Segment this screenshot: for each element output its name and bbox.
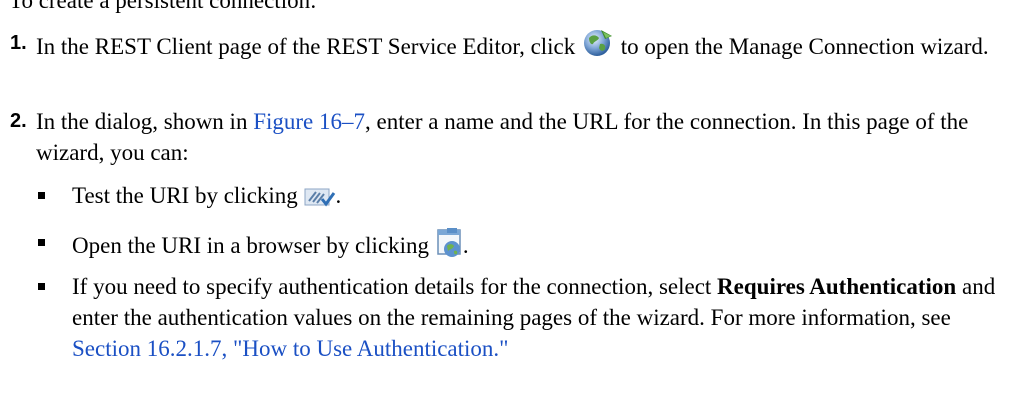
bullet-marker (38, 239, 45, 246)
bullet-text-end: . (462, 233, 469, 258)
bullet-marker (38, 192, 45, 199)
figure-link[interactable]: Figure 16–7 (253, 109, 365, 134)
bullet-item-authentication: If you need to specify authentication de… (38, 271, 1002, 364)
step-1: 1. In the REST Client page of the REST S… (10, 28, 1026, 68)
bullet-text-end: . (335, 183, 342, 208)
section-link[interactable]: Section 16.2.1.7, "How to Use Authentica… (72, 336, 509, 361)
bullet-item-test-uri: Test the URI by clicking . (38, 180, 1002, 217)
step-text-continued: to open the Manage Connection wizard. (620, 34, 989, 59)
step-2: 2. In the dialog, shown in Figure 16–7, … (10, 106, 1026, 168)
step-number: 1. (10, 32, 27, 54)
bullet-text: Open the URI in a browser by clicking (72, 233, 430, 258)
bullet-text: If you need to specify authentication de… (72, 274, 712, 299)
bullet-text: Test the URI by clicking (72, 183, 298, 208)
intro-text: To create a persistent connection: (9, 0, 317, 13)
step-text: In the dialog, shown in (36, 109, 248, 134)
requires-authentication-label: Requires Authentication (717, 274, 957, 299)
step-number: 2. (10, 110, 27, 132)
bullet-marker (38, 283, 45, 290)
test-uri-check-icon[interactable] (304, 185, 336, 217)
globe-connection-icon[interactable] (581, 28, 615, 68)
step-text: In the REST Client page of the REST Serv… (36, 34, 576, 59)
browser-window-globe-icon[interactable] (435, 227, 463, 267)
bullet-item-open-browser: Open the URI in a browser by clicking . (38, 227, 1002, 267)
